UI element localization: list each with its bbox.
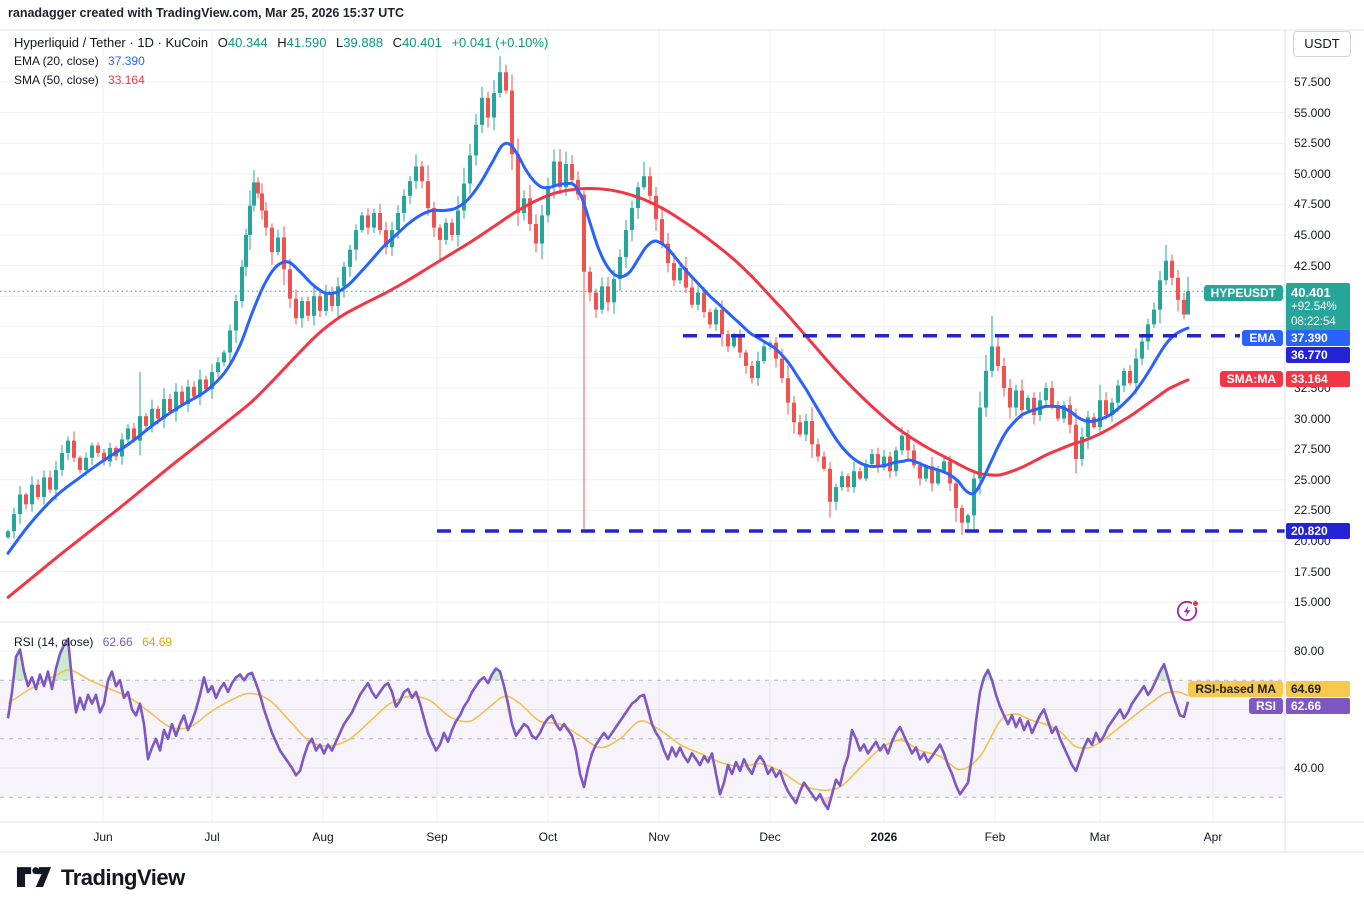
price-tick-label: 52.500: [1294, 136, 1331, 150]
sma-legend-label: SMA (50, close): [14, 73, 99, 87]
month-label: Feb: [985, 830, 1006, 844]
last-price-value: 40.401: [1291, 285, 1345, 300]
price-tick-label: 15.000: [1294, 595, 1331, 609]
price-tick-label: 45.000: [1294, 228, 1331, 242]
month-label: Sep: [426, 830, 447, 844]
ema-legend-row[interactable]: EMA (20, close) 37.390: [14, 53, 548, 70]
price-tick-label: 47.500: [1294, 197, 1331, 211]
ohlc-o-label: O: [218, 35, 228, 50]
symbol-title: Hyperliquid / Tether · 1D · KuCoin: [14, 35, 208, 50]
month-label: Nov: [648, 830, 669, 844]
rsi-ma-tag: RSI-based MA: [1188, 681, 1283, 697]
ema-legend-label: EMA (20, close): [14, 54, 99, 68]
month-label: Jul: [204, 830, 219, 844]
rsi-legend-value: 62.66: [103, 635, 133, 649]
symbol-legend-row[interactable]: Hyperliquid / Tether · 1D · KuCoin O40.3…: [14, 34, 548, 51]
sma-legend-value: 33.164: [108, 73, 145, 87]
currency-toggle-button[interactable]: USDT: [1293, 31, 1351, 57]
price-tick-label: 30.000: [1294, 412, 1331, 426]
month-label: Apr: [1204, 830, 1223, 844]
lightning-icon: [1174, 597, 1202, 625]
sma-tag: SMA:MA: [1220, 371, 1283, 387]
price-tick-label: 22.500: [1294, 503, 1331, 517]
month-label: 2026: [871, 830, 898, 844]
price-tick-label: 50.000: [1294, 167, 1331, 181]
price-tick-label: 55.000: [1294, 106, 1331, 120]
rsi-tag: RSI: [1249, 698, 1283, 714]
last-price-badge: 40.401 +92.54% 08:22:54: [1286, 283, 1350, 332]
month-label: Oct: [539, 830, 558, 844]
ohlc-change: +0.041 (+0.10%): [451, 35, 548, 50]
price-tick-label: 42.500: [1294, 259, 1331, 273]
price-tick-label: 57.500: [1294, 75, 1331, 89]
tradingview-logo-icon: [16, 864, 52, 891]
rsi-ma-legend-value: 64.69: [142, 635, 172, 649]
tradingview-logo-text: TradingView: [61, 865, 185, 891]
tradingview-logo[interactable]: TradingView: [16, 864, 185, 891]
ema-tag: EMA: [1242, 330, 1283, 346]
attribution-text: ranadagger created with TradingView.com,…: [8, 6, 404, 20]
rsi-tick-label: 40.00: [1294, 761, 1324, 775]
month-label: Dec: [759, 830, 780, 844]
rsi-tick-label: 80.00: [1294, 644, 1324, 658]
last-price-countdown: 08:22:54: [1291, 315, 1345, 330]
last-price-change: +92.54%: [1291, 300, 1345, 315]
sma-legend-row[interactable]: SMA (50, close) 33.164: [14, 72, 548, 89]
rsi-ma-value-badge: 64.69: [1286, 681, 1350, 697]
ema-value-badge: 37.390: [1286, 330, 1350, 346]
support-level-badge: 20.820: [1286, 523, 1350, 539]
ema-legend-value: 37.390: [108, 54, 145, 68]
resistance-level-badge: 36.770: [1286, 347, 1350, 363]
rsi-legend-label: RSI (14, close): [14, 635, 93, 649]
month-label: Mar: [1090, 830, 1111, 844]
price-tick-label: 25.000: [1294, 473, 1331, 487]
sma-value-badge: 33.164: [1286, 371, 1350, 387]
tradingview-chart-page: ranadagger created with TradingView.com,…: [0, 0, 1364, 912]
rsi-value-badge: 62.66: [1286, 698, 1350, 714]
price-tick-label: 17.500: [1294, 565, 1331, 579]
ohlc-h-value: 41.590: [287, 35, 327, 50]
ohlc-h-label: H: [277, 35, 286, 50]
ohlc-c-value: 40.401: [402, 35, 442, 50]
ohlc-c-label: C: [393, 35, 402, 50]
rsi-legend-row[interactable]: RSI (14, close) 62.66 64.69: [14, 635, 172, 649]
symbol-price-tag: HYPEUSDT: [1204, 285, 1283, 301]
month-label: Aug: [312, 830, 333, 844]
quick-action-button[interactable]: [1174, 597, 1202, 625]
price-tick-label: 27.500: [1294, 442, 1331, 456]
month-label: Jun: [93, 830, 112, 844]
candlestick-chart[interactable]: [0, 0, 1364, 912]
ohlc-l-value: 39.888: [343, 35, 383, 50]
chart-legend: Hyperliquid / Tether · 1D · KuCoin O40.3…: [14, 34, 548, 89]
ohlc-o-value: 40.344: [228, 35, 268, 50]
